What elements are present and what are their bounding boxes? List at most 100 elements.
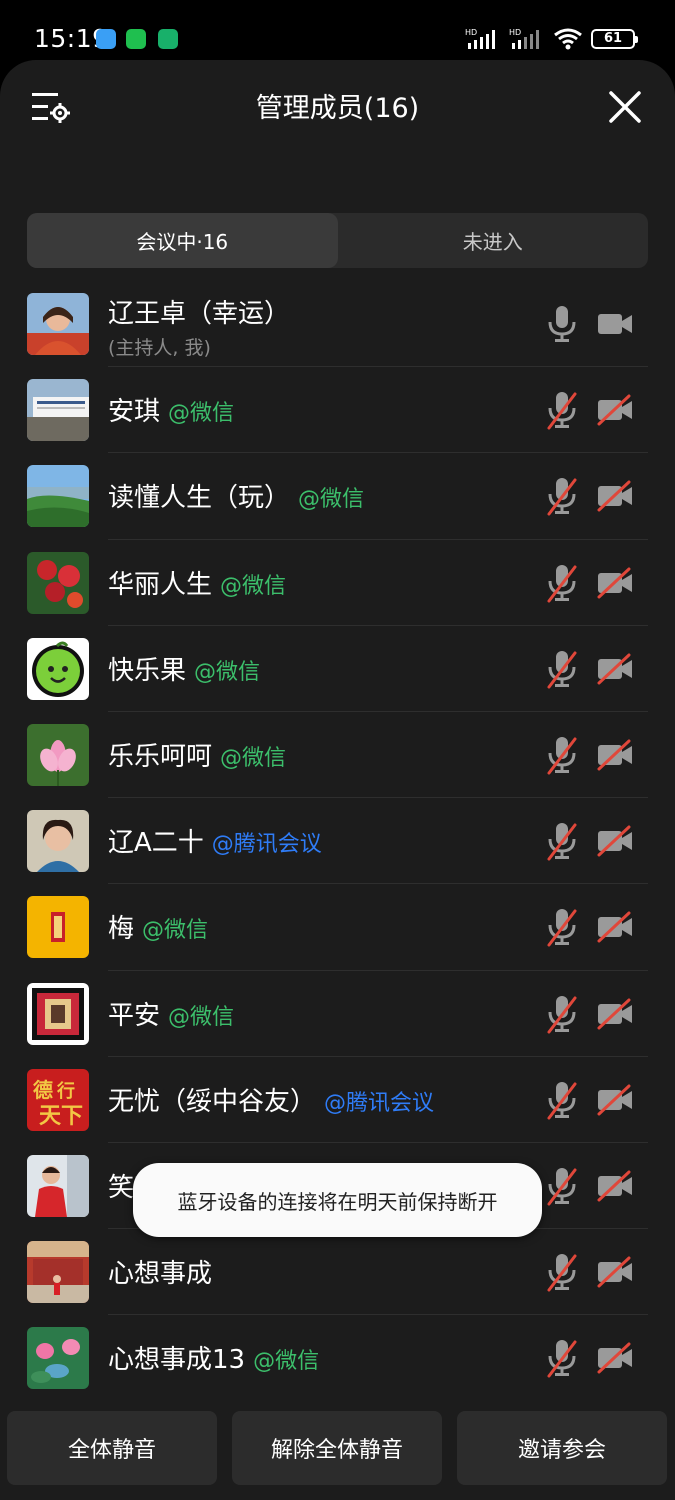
microphone-muted-icon[interactable] <box>544 1166 580 1206</box>
camera-off-icon[interactable] <box>596 1084 634 1116</box>
avatar <box>27 1154 89 1217</box>
avatar <box>27 982 89 1045</box>
avatar <box>27 723 89 786</box>
shield-notification-icon <box>158 29 178 49</box>
microphone-muted-icon[interactable] <box>544 563 580 603</box>
member-source-tag: @微信 <box>168 1004 235 1030</box>
svg-text:德: 德 <box>33 1078 53 1102</box>
member-row[interactable]: 心想事成13 @微信 <box>0 1315 675 1402</box>
member-source-tag: @微信 <box>168 401 235 427</box>
status-bar: 15:19 HD HD 61 <box>0 0 675 62</box>
member-name-line: 平安 @微信 <box>108 995 234 1032</box>
camera-off-icon[interactable] <box>596 1342 634 1374</box>
microphone-muted-icon[interactable] <box>544 1252 580 1292</box>
member-source-tag: @腾讯会议 <box>211 832 322 858</box>
camera-off-icon[interactable] <box>596 653 634 685</box>
svg-text:行: 行 <box>56 1080 75 1102</box>
member-source-tag: @微信 <box>253 1349 320 1375</box>
camera-off-icon[interactable] <box>596 1170 634 1202</box>
member-name: 辽A二十 <box>108 828 204 859</box>
camera-off-icon[interactable] <box>596 567 634 599</box>
member-name: 华丽人生 <box>108 569 213 600</box>
member-name-line: 无忧（绥中谷友） @腾讯会议 <box>108 1081 434 1118</box>
avatar <box>27 551 89 614</box>
avatar <box>27 379 89 442</box>
tab-not-joined[interactable]: 未进入 <box>338 213 649 268</box>
header: 管理成员(16) <box>0 60 675 150</box>
svg-text:天下: 天下 <box>39 1103 83 1129</box>
camera-off-icon[interactable] <box>596 825 634 857</box>
avatar <box>27 810 89 873</box>
member-row[interactable]: 辽A二十 @腾讯会议 <box>0 798 675 885</box>
microphone-icon[interactable] <box>544 304 580 344</box>
member-row[interactable]: 德行天下 无忧（绥中谷友） @腾讯会议 <box>0 1057 675 1144</box>
member-row[interactable]: 梅 @微信 <box>0 884 675 971</box>
member-name-line: 快乐果 @微信 <box>108 650 260 687</box>
avatar <box>27 1241 89 1304</box>
member-row[interactable]: 华丽人生 @微信 <box>0 540 675 626</box>
member-row[interactable]: 辽王卓（幸运） (主持人, 我) <box>0 281 675 368</box>
member-name: 安琪 <box>108 397 161 428</box>
invite-button[interactable]: 邀请参会 <box>457 1411 667 1485</box>
member-name: 快乐果 <box>108 655 187 686</box>
member-name: 梅 <box>108 914 135 945</box>
close-icon[interactable] <box>606 88 644 126</box>
wifi-icon <box>554 28 582 50</box>
member-row[interactable]: 平安 @微信 <box>0 971 675 1057</box>
microphone-muted-icon[interactable] <box>544 476 580 516</box>
battery-indicator: 61 <box>591 29 638 49</box>
member-source-tag: @微信 <box>220 573 287 599</box>
member-role-label: (主持人, 我) <box>108 337 211 359</box>
member-source-tag: @微信 <box>194 659 261 685</box>
camera-off-icon[interactable] <box>596 998 634 1030</box>
member-source-tag: @腾讯会议 <box>324 1090 435 1116</box>
avatar <box>27 293 89 355</box>
member-row[interactable]: 快乐果 @微信 <box>0 626 675 713</box>
status-right: HD HD 61 <box>465 24 638 54</box>
camera-off-icon[interactable] <box>596 480 634 512</box>
member-source-tag: @微信 <box>142 918 209 944</box>
signal-icon: HD <box>465 28 495 49</box>
member-name-line: 心想事成13 @微信 <box>108 1339 319 1376</box>
avatar: 德行天下 <box>27 1068 89 1131</box>
microphone-muted-icon[interactable] <box>544 1080 580 1120</box>
microphone-muted-icon[interactable] <box>544 390 580 430</box>
avatar <box>27 637 89 700</box>
member-name: 乐乐呵呵 <box>108 741 213 772</box>
page-title: 管理成员(16) <box>255 93 420 124</box>
member-source-tag: @微信 <box>220 745 287 771</box>
camera-off-icon[interactable] <box>596 1256 634 1288</box>
member-name: 辽王卓（幸运） <box>108 299 291 329</box>
member-row[interactable]: 安琪 @微信 <box>0 367 675 454</box>
tab-in-meeting[interactable]: 会议中·16 <box>27 213 338 268</box>
camera-off-icon[interactable] <box>596 394 634 426</box>
member-name-line: 心想事成 <box>108 1253 212 1290</box>
avatar <box>27 896 89 959</box>
microphone-muted-icon[interactable] <box>544 994 580 1034</box>
member-row[interactable]: 心想事成 <box>0 1229 675 1316</box>
member-row[interactable]: 读懂人生（玩） @微信 <box>0 453 675 540</box>
app-notification-icon <box>96 29 116 49</box>
bottom-action-bar: 全体静音 解除全体静音 邀请参会 <box>0 1397 675 1500</box>
microphone-muted-icon[interactable] <box>544 649 580 689</box>
toast-message: 蓝牙设备的连接将在明天前保持断开 <box>133 1163 542 1237</box>
unmute-all-button[interactable]: 解除全体静音 <box>232 1411 442 1485</box>
member-name-line: 梅 @微信 <box>108 908 208 945</box>
mute-all-button[interactable]: 全体静音 <box>7 1411 217 1485</box>
member-name-line: 读懂人生（玩） @微信 <box>108 477 364 514</box>
member-name: 读懂人生（玩） <box>108 483 291 514</box>
member-name-line: 华丽人生 @微信 <box>108 564 286 601</box>
camera-icon[interactable] <box>596 308 634 340</box>
member-name-line: 安琪 @微信 <box>108 391 234 428</box>
microphone-muted-icon[interactable] <box>544 1338 580 1378</box>
camera-off-icon[interactable] <box>596 739 634 771</box>
manage-members-panel: 管理成员(16) 会议中·16 未进入 辽王卓（幸运） (主持人, 我) 安琪 @微信… <box>0 60 675 1500</box>
member-source-tag: @微信 <box>298 487 365 513</box>
microphone-muted-icon[interactable] <box>544 821 580 861</box>
member-row[interactable]: 乐乐呵呵 @微信 <box>0 712 675 799</box>
camera-off-icon[interactable] <box>596 911 634 943</box>
microphone-muted-icon[interactable] <box>544 735 580 775</box>
member-name: 无忧（绥中谷友） <box>108 1086 317 1117</box>
member-name-line: 乐乐呵呵 @微信 <box>108 736 286 773</box>
microphone-muted-icon[interactable] <box>544 907 580 947</box>
